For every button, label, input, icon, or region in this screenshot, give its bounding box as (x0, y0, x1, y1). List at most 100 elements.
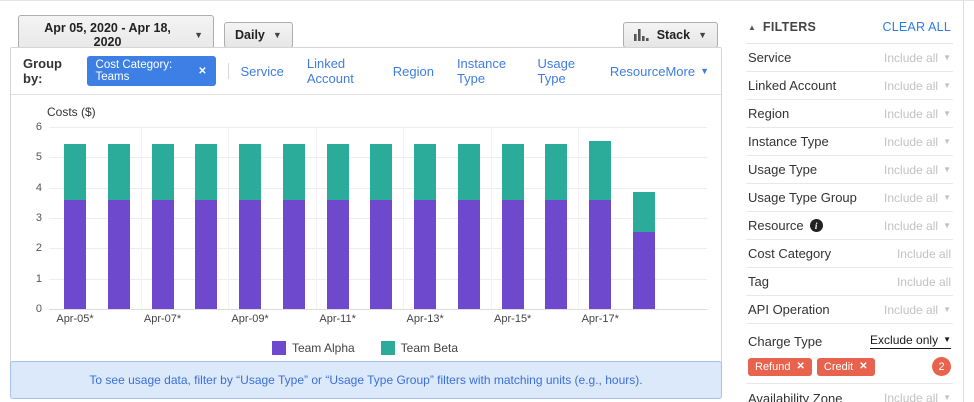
granularity-value: Daily (235, 28, 265, 42)
bar-segment-team-beta-apr-15[interactable] (502, 144, 524, 200)
refund-chip[interactable]: Refund✕ (748, 358, 812, 376)
bar-segment-team-beta-apr-11[interactable] (327, 144, 349, 200)
filter-row-usage-type-group: Usage Type Group Include all▼ (746, 184, 953, 212)
filter-row-availability-zone: Availability Zone Include all ▼ (746, 384, 953, 402)
gridline (141, 127, 142, 309)
group-by-link-region[interactable]: Region (393, 64, 434, 79)
chevron-down-icon: ▼ (273, 31, 282, 40)
filter-row-resource: ResourceiInclude all▼ (746, 212, 953, 240)
clear-all-button[interactable]: CLEAR ALL (882, 20, 951, 34)
group-by-link-resource[interactable]: Resource (610, 64, 666, 79)
bar-segment-team-beta-apr-09[interactable] (239, 144, 261, 200)
group-by-link-linked-account[interactable]: Linked Account (307, 56, 370, 86)
bar-segment-team-beta-apr-18[interactable] (633, 192, 655, 232)
group-by-link-instance-type[interactable]: Instance Type (457, 56, 515, 86)
bar-segment-team-beta-apr-13[interactable] (414, 144, 436, 200)
charge-type-dropdown[interactable]: Exclude only ▼ (870, 333, 951, 349)
more-dropdown[interactable]: More ▼ (665, 64, 709, 79)
filter-value: Include all (884, 219, 938, 233)
filter-value: Include all (897, 247, 951, 261)
chip-remove-icon[interactable]: ✕ (198, 66, 206, 77)
bar-segment-team-beta-apr-05[interactable] (64, 144, 86, 200)
group-by-link-service[interactable]: Service (240, 64, 283, 79)
filter-label: Tag (748, 274, 769, 289)
filter-row-linked-account: Linked Account Include all ▼ (746, 72, 953, 100)
bar-segment-team-alpha-apr-17[interactable] (589, 200, 611, 309)
group-by-link-usage-type[interactable]: Usage Type (538, 56, 587, 86)
bar-chart-icon (634, 29, 649, 41)
filter-value-dropdown[interactable]: Include all▼ (884, 51, 951, 65)
x-tick-label: Apr-17* (582, 313, 619, 325)
filter-label: API Operation (748, 302, 830, 317)
plot-area (49, 127, 707, 309)
filter-label: Instance Type (748, 134, 829, 149)
filter-value-dropdown[interactable]: Include all (897, 275, 951, 289)
filters-panel: ▲ FILTERS CLEAR ALL ServiceInclude all▼L… (742, 1, 964, 402)
filter-value: Include all (884, 79, 938, 93)
filter-row-api-operation: API Operation Include all▼ (746, 296, 953, 324)
bar-segment-team-alpha-apr-05[interactable] (64, 200, 86, 309)
bar-segment-team-alpha-apr-13[interactable] (414, 200, 436, 309)
bar-segment-team-alpha-apr-18[interactable] (633, 232, 655, 309)
bar-segment-team-alpha-apr-16[interactable] (545, 200, 567, 309)
bar-segment-team-alpha-apr-10[interactable] (283, 200, 305, 309)
filter-value-dropdown[interactable]: Include all (897, 247, 951, 261)
filter-value-dropdown[interactable]: Include all▼ (884, 219, 951, 233)
bar-segment-team-beta-apr-14[interactable] (458, 144, 480, 200)
filter-value-dropdown[interactable]: Include all▼ (884, 163, 951, 177)
filter-row-charge-type: Charge Type Exclude only ▼ Refund✕Credit… (746, 324, 953, 384)
legend-swatch (272, 341, 286, 355)
bar-segment-team-beta-apr-08[interactable] (195, 144, 217, 200)
collapse-up-icon[interactable]: ▲ (748, 23, 756, 32)
usage-info-banner: To see usage data, filter by “Usage Type… (10, 361, 722, 399)
chip-remove-icon[interactable]: ✕ (859, 361, 867, 372)
filter-label: Linked Account (748, 78, 836, 93)
filter-label: Service (748, 50, 791, 65)
bar-segment-team-beta-apr-12[interactable] (370, 144, 392, 200)
chevron-down-icon: ▼ (943, 82, 951, 90)
availability-zone-dropdown[interactable]: Include all ▼ (884, 391, 951, 402)
bar-segment-team-alpha-apr-15[interactable] (502, 200, 524, 309)
filter-value: Include all (897, 275, 951, 289)
filter-value: Include all (884, 163, 938, 177)
bar-segment-team-alpha-apr-11[interactable] (327, 200, 349, 309)
x-axis: Apr-05*Apr-07*Apr-09*Apr-11*Apr-13*Apr-1… (49, 313, 707, 331)
bar-segment-team-alpha-apr-07[interactable] (152, 200, 174, 309)
filter-value-dropdown[interactable]: Include all ▼ (884, 79, 951, 93)
chip-remove-icon[interactable]: ✕ (796, 361, 804, 372)
bar-segment-team-alpha-apr-09[interactable] (239, 200, 261, 309)
filter-value: Include all (884, 303, 938, 317)
date-range-value: Apr 05, 2020 - Apr 18, 2020 (29, 21, 186, 49)
chart-style-dropdown[interactable]: Stack ▼ (623, 22, 718, 48)
bar-segment-team-alpha-apr-14[interactable] (458, 200, 480, 309)
granularity-dropdown[interactable]: Daily ▼ (224, 22, 293, 48)
filter-value: Include all (884, 135, 938, 149)
gridline (578, 127, 579, 309)
group-by-label: Group by: (23, 56, 77, 86)
bar-segment-team-beta-apr-07[interactable] (152, 144, 174, 200)
gridline (316, 127, 317, 309)
filter-value-dropdown[interactable]: Include all▼ (884, 303, 951, 317)
cost-category-teams-chip[interactable]: Cost Category: Teams ✕ (87, 56, 216, 86)
chip-label: Credit (824, 361, 853, 373)
filter-row-service: Service Include all▼ (746, 44, 953, 72)
bar-segment-team-alpha-apr-08[interactable] (195, 200, 217, 309)
chevron-down-icon: ▼ (943, 54, 951, 62)
y-tick-label: 3 (36, 212, 42, 224)
info-icon[interactable]: i (810, 219, 823, 232)
filter-label: Usage Type Group (748, 190, 857, 205)
bar-segment-team-beta-apr-17[interactable] (589, 141, 611, 200)
filter-value-dropdown[interactable]: Include all▼ (884, 135, 951, 149)
bar-segment-team-alpha-apr-06[interactable] (108, 200, 130, 309)
bar-segment-team-beta-apr-06[interactable] (108, 144, 130, 200)
bar-segment-team-alpha-apr-12[interactable] (370, 200, 392, 309)
chevron-down-icon: ▼ (943, 336, 951, 344)
legend-label: Team Beta (401, 341, 458, 355)
bar-segment-team-beta-apr-10[interactable] (283, 144, 305, 200)
x-tick-label: Apr-05* (56, 313, 93, 325)
credit-chip[interactable]: Credit ✕ (817, 358, 875, 376)
charge-type-chips: Refund✕Credit✕2 (748, 357, 951, 376)
bar-segment-team-beta-apr-16[interactable] (545, 144, 567, 200)
filter-value-dropdown[interactable]: Include all▼ (884, 191, 951, 205)
filter-value-dropdown[interactable]: Include all▼ (884, 107, 951, 121)
